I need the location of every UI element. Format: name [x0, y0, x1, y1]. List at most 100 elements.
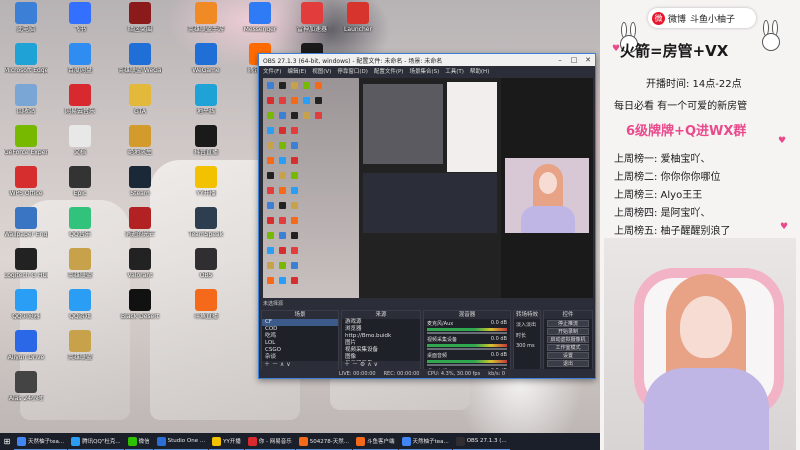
volume-slider[interactable] — [427, 364, 507, 366]
menu-item[interactable]: 文件(F) — [263, 67, 281, 75]
desktop-icon[interactable]: Wallpaper Engine — [4, 207, 48, 238]
taskbar-item[interactable]: 微信 — [124, 433, 153, 450]
desktop-icon[interactable]: QQ音乐 — [58, 207, 102, 238]
source-item[interactable]: http://Bmo.buidk — [342, 333, 420, 340]
channel-db: 0.0 dB — [490, 320, 507, 326]
transition-duration[interactable]: 300 ms — [514, 341, 540, 351]
taskbar-item[interactable]: 你 - 网易音乐 — [244, 433, 295, 450]
taskbar-item[interactable]: 腾讯QQ"杜克... — [68, 433, 124, 450]
menu-item[interactable]: 配置文件(P) — [374, 67, 404, 75]
obs-preview[interactable] — [263, 78, 593, 298]
windows-start-icon[interactable]: ⊞ — [0, 433, 14, 450]
desktop-icon[interactable]: OBS — [184, 248, 228, 279]
taskbar-item[interactable]: YY开播 — [209, 433, 244, 450]
desktop-icon[interactable]: Microsoft Edge — [4, 43, 48, 74]
desktop-icon[interactable]: Valorant — [118, 248, 162, 279]
desktop-icon[interactable]: GTA — [118, 84, 162, 115]
desktop-icon[interactable]: 文档 — [58, 125, 102, 156]
add-icon[interactable]: ＋ — [344, 361, 350, 368]
control-button[interactable]: 停止推流 — [547, 320, 589, 327]
source-item[interactable]: 图像 — [342, 354, 420, 361]
scene-item[interactable]: 杂谈 — [262, 354, 338, 361]
desktop-icon[interactable]: 绝地求生 — [118, 125, 162, 156]
desktop-icon[interactable]: Messenger — [238, 2, 282, 33]
obs-window[interactable]: OBS 27.1.3 (64-bit, windows) - 配置文件: 未命名… — [258, 53, 596, 379]
desktop-icon[interactable]: 抖音直播 — [184, 125, 228, 156]
taskbar-item[interactable]: 斗鱼客户端 — [353, 433, 398, 450]
desktop-icon[interactable]: Logitech G HUB — [4, 248, 48, 279]
source-item[interactable]: 图片 — [342, 340, 420, 347]
remove-icon[interactable]: － — [352, 361, 358, 368]
control-button[interactable]: 开始录制 — [547, 328, 589, 335]
control-button[interactable]: 退出 — [547, 360, 589, 367]
scene-item[interactable]: CF — [262, 319, 338, 326]
volume-slider[interactable] — [427, 332, 507, 334]
up-icon[interactable]: ∧ — [367, 361, 371, 368]
desktop-icon[interactable]: Launcher — [336, 2, 380, 33]
source-item[interactable]: 游戏源 — [342, 319, 420, 326]
preview-desktop-icon — [291, 112, 298, 119]
desktop-icon-label: 暗区突围 — [127, 26, 152, 33]
maximize-icon[interactable]: □ — [567, 56, 581, 64]
preview-desktop-icon — [291, 127, 298, 134]
desktop-icon[interactable]: WPS Office — [4, 166, 48, 197]
desktop-icon[interactable]: Black Desert — [118, 289, 162, 320]
control-button[interactable]: 启动虚拟摄像机 — [547, 336, 589, 343]
desktop-icon[interactable]: 网易云音乐 — [58, 84, 102, 115]
add-icon[interactable]: ＋ — [264, 361, 270, 368]
taskbar-item[interactable]: 天然柚子tea... — [398, 433, 452, 450]
desktop-icon[interactable]: 英雄联盟 — [58, 330, 102, 361]
close-icon[interactable]: ✕ — [581, 56, 595, 64]
taskbar-item[interactable]: Studio One ... — [153, 433, 209, 450]
remove-icon[interactable]: － — [272, 361, 278, 368]
desktop-icon[interactable]: Steam — [118, 166, 162, 197]
desktop-icon[interactable]: GeForce Experience — [4, 125, 48, 156]
down-icon[interactable]: ∨ — [286, 361, 290, 368]
desktop-icon[interactable]: 地平线 — [184, 84, 228, 115]
desktop-icon[interactable]: Aliyun Drive — [4, 330, 48, 361]
desktop-icon[interactable]: 英雄联盟 — [58, 248, 102, 279]
scene-item[interactable]: CSGO — [262, 347, 338, 354]
up-icon[interactable]: ∧ — [280, 361, 284, 368]
menu-item[interactable]: 停靠窗口(D) — [337, 67, 368, 75]
desktop-icon[interactable]: 消逝的光芒 — [118, 207, 162, 238]
desktop-icon[interactable]: YY开播 — [184, 166, 228, 197]
volume-slider[interactable] — [427, 348, 507, 350]
gear-icon[interactable]: ⚙ — [360, 361, 365, 368]
taskbar-item[interactable]: OBS 27.1.3 (... — [452, 433, 510, 450]
menu-item[interactable]: 视图(V) — [312, 67, 331, 75]
preview-desktop-icon — [279, 217, 286, 224]
taskbar-item[interactable]: 天然柚子tea... — [14, 433, 68, 450]
control-button[interactable]: 设置 — [547, 352, 589, 359]
desktop-icon[interactable]: 雷神加速器 — [290, 2, 334, 33]
desktop-icon[interactable]: 暗区突围 — [118, 2, 162, 33]
menu-item[interactable]: 帮助(H) — [470, 67, 489, 75]
menu-item[interactable]: 工具(T) — [445, 67, 464, 75]
minimize-icon[interactable]: – — [553, 56, 567, 64]
scene-item[interactable]: COD — [262, 326, 338, 333]
menu-item[interactable]: 场景集合(S) — [409, 67, 439, 75]
transition-type[interactable]: 淡入淡出 — [514, 319, 540, 330]
scene-item[interactable]: LOL — [262, 340, 338, 347]
desktop-icon[interactable]: 回收站 — [4, 84, 48, 115]
desktop-icon[interactable]: QQ游戏 — [58, 289, 102, 320]
taskbar-item[interactable]: 504278-天然... — [295, 433, 353, 450]
source-item[interactable]: 浏览器 — [342, 326, 420, 333]
source-item[interactable]: 视频采集设备 — [342, 347, 420, 354]
desktop-icon[interactable]: Epic — [58, 166, 102, 197]
scene-item[interactable]: 吃鸡 — [262, 333, 338, 340]
desktop-icon[interactable]: Alas 24小时 — [4, 371, 48, 402]
desktop-icon[interactable]: 英雄联盟手游 — [184, 2, 228, 33]
desktop-icon[interactable]: 此电脑 — [4, 2, 48, 33]
down-icon[interactable]: ∨ — [374, 361, 378, 368]
desktop-icon[interactable]: WeGame — [184, 43, 228, 74]
desktop-icon[interactable]: 斗鱼直播 — [184, 289, 228, 320]
obs-titlebar[interactable]: OBS 27.1.3 (64-bit, windows) - 配置文件: 未命名… — [259, 54, 595, 66]
desktop-icon[interactable]: TeamSpeak — [184, 207, 228, 238]
desktop-icon[interactable]: 飞书 — [58, 2, 102, 33]
menu-item[interactable]: 编辑(E) — [287, 67, 306, 75]
desktop-icon[interactable]: QQ浏览器 — [4, 289, 48, 320]
desktop-icon[interactable]: 英雄联盟 WeGame — [118, 43, 162, 74]
control-button[interactable]: 工作室模式 — [547, 344, 589, 351]
desktop-icon[interactable]: 百度网盘 — [58, 43, 102, 74]
